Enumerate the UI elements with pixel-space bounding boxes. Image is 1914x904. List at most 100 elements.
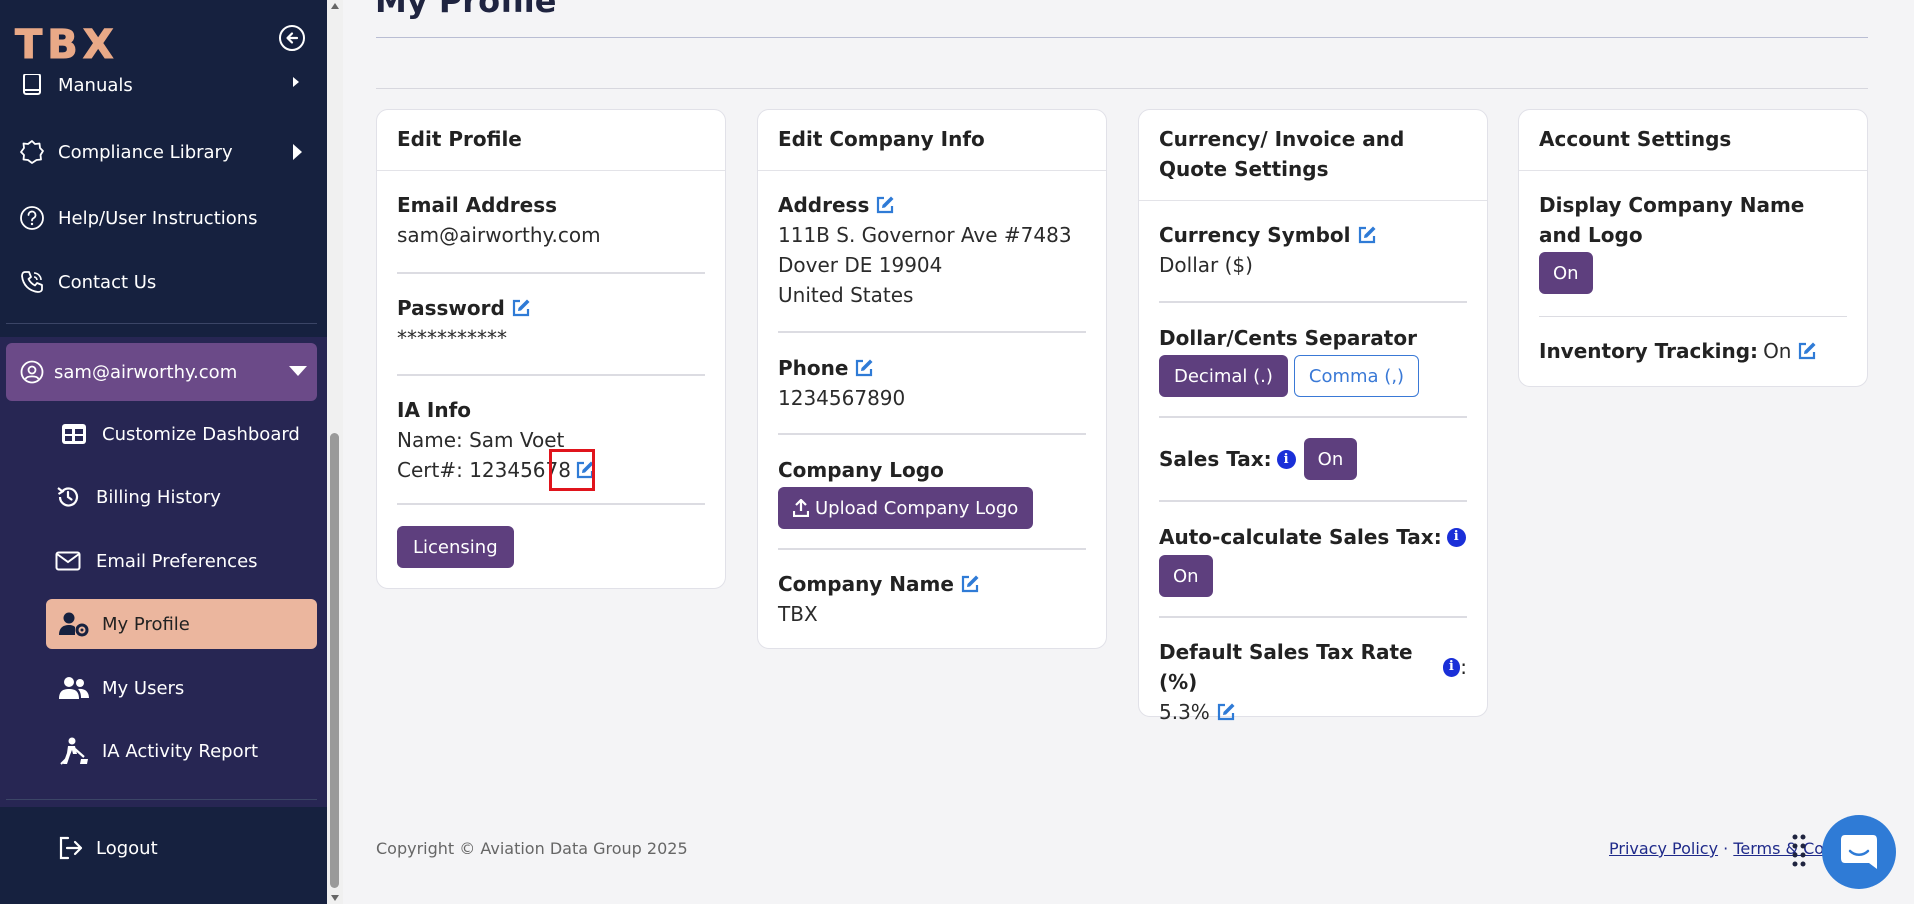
grip-icon[interactable] <box>1792 834 1806 874</box>
display-company-section: Display Company Name and Logo On <box>1539 190 1847 294</box>
edit-phone-icon[interactable] <box>854 358 874 378</box>
card-title: Currency/ Invoice and Quote Settings <box>1159 127 1405 181</box>
card-title: Account Settings <box>1539 127 1732 151</box>
edit-password-icon[interactable] <box>511 298 531 318</box>
password-section: Password *********** <box>397 293 705 353</box>
card-divider <box>758 170 1106 171</box>
scroll-up-icon[interactable] <box>331 3 339 9</box>
edit-company-name-icon[interactable] <box>960 574 980 594</box>
comma-separator-button[interactable]: Comma (,) <box>1293 355 1420 397</box>
sidebar-item-compliance-library[interactable]: Compliance Library <box>18 137 233 167</box>
auto-calc-row: Auto-calculate Sales Tax: i <box>1159 522 1467 552</box>
sidebar-item-label: Help/User Instructions <box>58 207 258 229</box>
edit-currency-symbol-icon[interactable] <box>1357 225 1377 245</box>
email-value: sam@airworthy.com <box>397 223 601 247</box>
sidebar-item-label: Manuals <box>58 74 133 96</box>
sidebar-item-my-users[interactable]: My Users <box>46 663 317 713</box>
sidebar-divider <box>6 323 317 324</box>
sidebar-item-label: IA Activity Report <box>102 740 259 762</box>
tbx-logo[interactable]: TBX <box>15 22 119 69</box>
currency-settings-card: Currency/ Invoice and Quote Settings Cur… <box>1138 109 1488 724</box>
card-title: Edit Company Info <box>778 127 985 151</box>
ia-info-label: IA Info <box>397 398 472 422</box>
info-icon[interactable]: i <box>1442 657 1461 677</box>
sales-tax-toggle[interactable]: On <box>1303 438 1358 480</box>
chevron-down-icon <box>289 366 307 376</box>
sidebar-item-label: My Users <box>102 677 185 699</box>
password-row: Password <box>397 293 705 323</box>
sidebar-item-help[interactable]: Help/User Instructions <box>18 203 258 233</box>
page-title: My Profile <box>375 0 557 20</box>
info-icon[interactable]: i <box>1276 449 1296 469</box>
badge-icon <box>18 138 46 166</box>
edit-company-card: Edit Company Info Address 111B S. Govern… <box>757 109 1107 649</box>
privacy-policy-link[interactable]: Privacy Policy <box>1609 839 1718 858</box>
edit-default-rate-icon[interactable] <box>1216 702 1236 722</box>
sidebar-scrollbar[interactable] <box>327 0 343 904</box>
sidebar-item-contact-us[interactable]: Contact Us <box>18 267 156 297</box>
history-icon <box>52 484 84 510</box>
sidebar: TBX Manuals Compliance Library Help/User… <box>0 0 327 904</box>
address-row: Address <box>778 190 1086 220</box>
upload-label: Upload Company Logo <box>815 497 1019 519</box>
users-icon <box>58 676 90 700</box>
password-value: *********** <box>397 326 507 350</box>
company-name-section: Company Name TBX <box>778 569 1086 629</box>
divider <box>397 503 705 505</box>
sidebar-item-label: My Profile <box>102 613 190 635</box>
logout-icon <box>58 836 84 860</box>
divider <box>778 548 1086 550</box>
upload-company-logo-button[interactable]: Upload Company Logo <box>778 487 1034 529</box>
divider <box>1539 316 1847 317</box>
separator-section: Dollar/Cents Separator Decimal (.) Comma… <box>1159 323 1467 397</box>
account-settings-card: Account Settings Display Company Name an… <box>1518 109 1868 387</box>
chat-icon <box>1841 835 1877 869</box>
title-divider <box>376 37 1868 38</box>
currency-symbol-section: Currency Symbol Dollar ($) <box>1159 220 1467 280</box>
divider <box>778 331 1086 333</box>
edit-profile-card: Edit Profile Email Address sam@airworthy… <box>376 109 726 589</box>
display-company-toggle[interactable]: On <box>1539 252 1593 294</box>
user-menu-toggle[interactable]: sam@airworthy.com <box>6 343 317 401</box>
chat-button[interactable] <box>1822 815 1896 889</box>
user-circle-icon <box>20 360 44 384</box>
email-section: Email Address sam@airworthy.com <box>397 190 705 250</box>
auto-calc-toggle[interactable]: On <box>1159 555 1213 597</box>
card-divider <box>377 170 725 171</box>
password-label: Password <box>397 296 505 320</box>
highlight-box <box>549 449 595 491</box>
edit-inventory-icon[interactable] <box>1797 341 1817 361</box>
default-rate-label: Default Sales Tax Rate (%) <box>1159 640 1413 694</box>
decimal-separator-button[interactable]: Decimal (.) <box>1159 355 1288 397</box>
card-title: Edit Profile <box>397 127 522 151</box>
scrollbar-thumb[interactable] <box>330 433 339 888</box>
sidebar-item-customize-dashboard[interactable]: Customize Dashboard <box>46 409 317 459</box>
envelope-icon <box>52 551 84 571</box>
user-email: sam@airworthy.com <box>54 361 238 383</box>
book-icon <box>18 71 46 99</box>
auto-calc-section: Auto-calculate Sales Tax: i On <box>1159 522 1467 597</box>
logout-button[interactable]: Logout <box>46 823 317 873</box>
edit-address-icon[interactable] <box>875 195 895 215</box>
sidebar-divider <box>6 799 317 800</box>
default-rate-value: 5.3% <box>1159 700 1210 724</box>
chevron-right-icon <box>293 144 302 160</box>
sidebar-item-my-profile[interactable]: My Profile <box>46 599 317 649</box>
address-line: United States <box>778 283 914 307</box>
currency-symbol-row: Currency Symbol <box>1159 220 1467 250</box>
licensing-button[interactable]: Licensing <box>397 526 514 568</box>
sidebar-item-manuals[interactable]: Manuals <box>18 70 133 100</box>
sidebar-item-email-preferences[interactable]: Email Preferences <box>40 536 311 586</box>
card-divider <box>1519 170 1867 171</box>
collapse-sidebar-button[interactable] <box>279 25 305 51</box>
scroll-down-icon[interactable] <box>331 895 339 901</box>
auto-calc-label: Auto-calculate Sales Tax: <box>1159 525 1442 549</box>
arrow-left-icon <box>286 32 299 44</box>
chevron-right-icon <box>293 77 299 87</box>
info-icon[interactable]: i <box>1446 527 1466 547</box>
sidebar-item-label: Customize Dashboard <box>102 423 300 445</box>
inventory-section: Inventory Tracking: On <box>1539 336 1847 366</box>
sidebar-item-billing-history[interactable]: Billing History <box>40 472 311 522</box>
sidebar-item-ia-activity-report[interactable]: IA Activity Report <box>46 726 317 776</box>
ia-cert: Cert#: 12345678 <box>397 458 571 482</box>
